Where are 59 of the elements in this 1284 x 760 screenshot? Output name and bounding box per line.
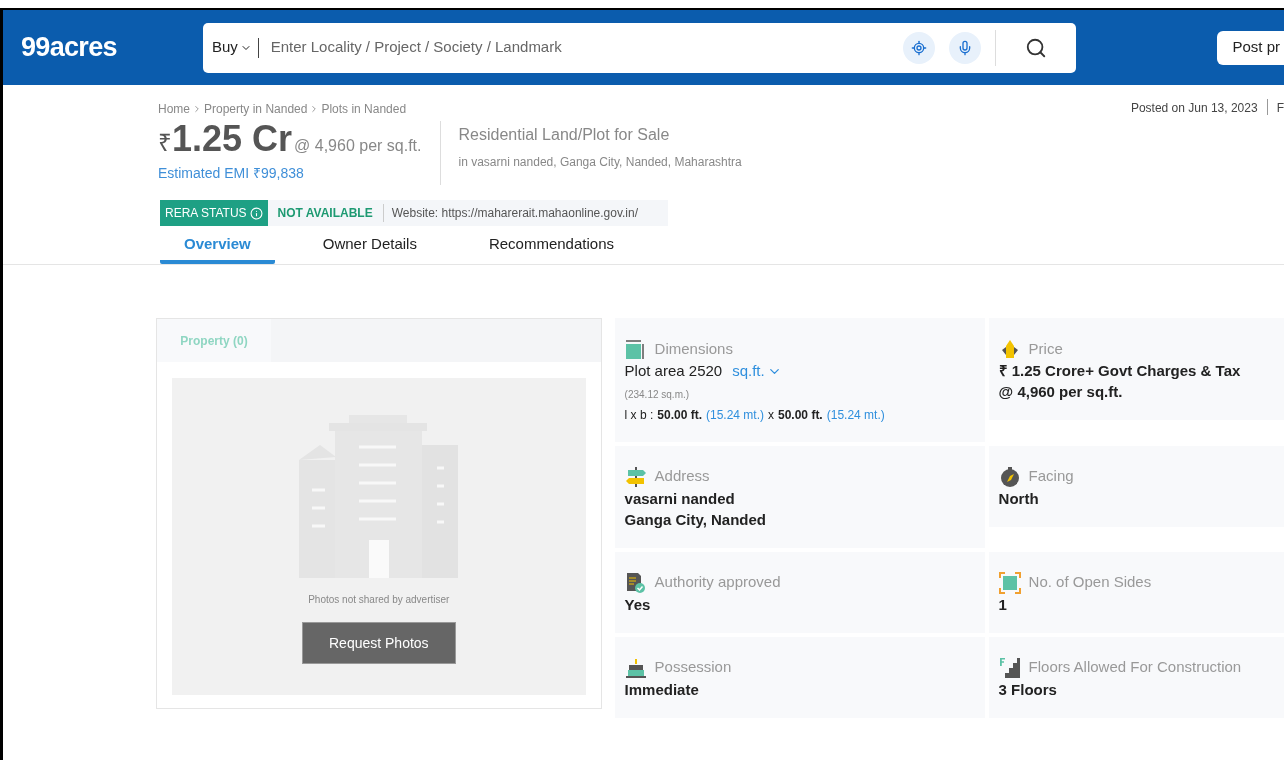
detail-label: Address xyxy=(654,466,710,487)
document-check-icon xyxy=(624,571,647,594)
cut-text: F xyxy=(1276,100,1284,117)
breadcrumb-link[interactable]: Home xyxy=(158,100,190,118)
search-field[interactable]: Enter Locality / Project / Society / Landmark xyxy=(270,36,903,59)
detail-value: Yes xyxy=(624,594,652,615)
detail-value: 3 Floors xyxy=(998,679,1058,700)
breadcrumb-link[interactable]: Plots in Nanded xyxy=(321,100,407,118)
post-property-button[interactable]: Post pr xyxy=(1217,30,1284,65)
tab[interactable]: Overview xyxy=(160,228,275,264)
location-icon xyxy=(910,39,927,56)
detail-label: Facing xyxy=(1028,466,1074,487)
detail-label: Floors Allowed For Construction xyxy=(1028,657,1242,678)
info-icon[interactable] xyxy=(249,206,263,220)
detail-value: Plot area 2520 xyxy=(624,361,723,381)
chevron-icon xyxy=(192,104,202,114)
detail-value: vasarni nanded xyxy=(624,488,736,509)
rera-status: NOT AVAILABLE xyxy=(267,204,384,222)
posted-date: Posted on Jun 13, 2023 xyxy=(1130,100,1258,117)
detail-value: North xyxy=(998,488,1040,509)
square-frame-icon xyxy=(998,571,1021,594)
plot-area-icon xyxy=(624,338,647,360)
price-rate: @ 4,960 per sq.ft. xyxy=(294,136,422,156)
listing-location: in vasarni nanded, Ganga City, Nanded, Maharashtra xyxy=(458,154,742,171)
unit-dropdown[interactable]: sq.ft. xyxy=(732,360,782,383)
detail-value: Immediate xyxy=(624,679,700,700)
breadcrumb-link[interactable]: Property in Nanded xyxy=(204,100,308,118)
detail-value: ₹ 1.25 Crore+ Govt Charges & Tax xyxy=(998,361,1242,381)
detail-value: @ 4,960 per sq.ft. xyxy=(998,382,1124,402)
signpost-icon xyxy=(624,465,647,488)
search-bar[interactable]: Buy Enter Locality / Project / Society / Landmark xyxy=(202,22,1076,73)
no-photos-note: Photos not shared by advertiser xyxy=(308,593,450,607)
mic-button[interactable] xyxy=(948,31,981,64)
detail-label: Dimensions xyxy=(654,338,733,359)
area-sub-text: (234.12 sq.m.) xyxy=(624,387,691,402)
compass-icon xyxy=(998,465,1021,488)
stairs-icon xyxy=(998,656,1021,679)
cake-icon xyxy=(624,656,647,679)
price-amount: 1.25 Cr xyxy=(172,121,293,157)
request-photos-button[interactable]: Request Photos xyxy=(301,622,456,664)
rera-website: Website: https://maharerait.mahaonline.gov.in/ xyxy=(390,205,639,222)
rupee-symbol: ₹ xyxy=(158,129,172,157)
dimension-line: l x b : 50.00 ft. (15.24 mt.) x 50.00 ft. (15.24 mt.) xyxy=(624,406,886,424)
detail-value: 1 xyxy=(998,594,1008,615)
search-icon xyxy=(1024,36,1047,59)
detail-label: No. of Open Sides xyxy=(1028,572,1152,593)
location-button[interactable] xyxy=(902,31,935,64)
detail-value: Ganga City, Nanded xyxy=(624,509,767,530)
tab[interactable]: Recommendations xyxy=(464,228,638,264)
detail-label: Possession xyxy=(654,657,732,678)
emi-link[interactable]: Estimated EMI ₹99,838 xyxy=(158,163,422,184)
rera-status-badge: RERA STATUS xyxy=(160,200,268,226)
buy-dropdown[interactable]: Buy xyxy=(202,37,259,58)
tab[interactable]: Owner Details xyxy=(298,228,441,264)
detail-label: Authority approved xyxy=(654,572,781,593)
detail-label: Price xyxy=(1028,338,1063,359)
listing-title: Residential Land/Plot for Sale xyxy=(458,125,671,145)
site-logo[interactable]: 99acres xyxy=(21,27,117,68)
building-icon xyxy=(298,415,459,578)
